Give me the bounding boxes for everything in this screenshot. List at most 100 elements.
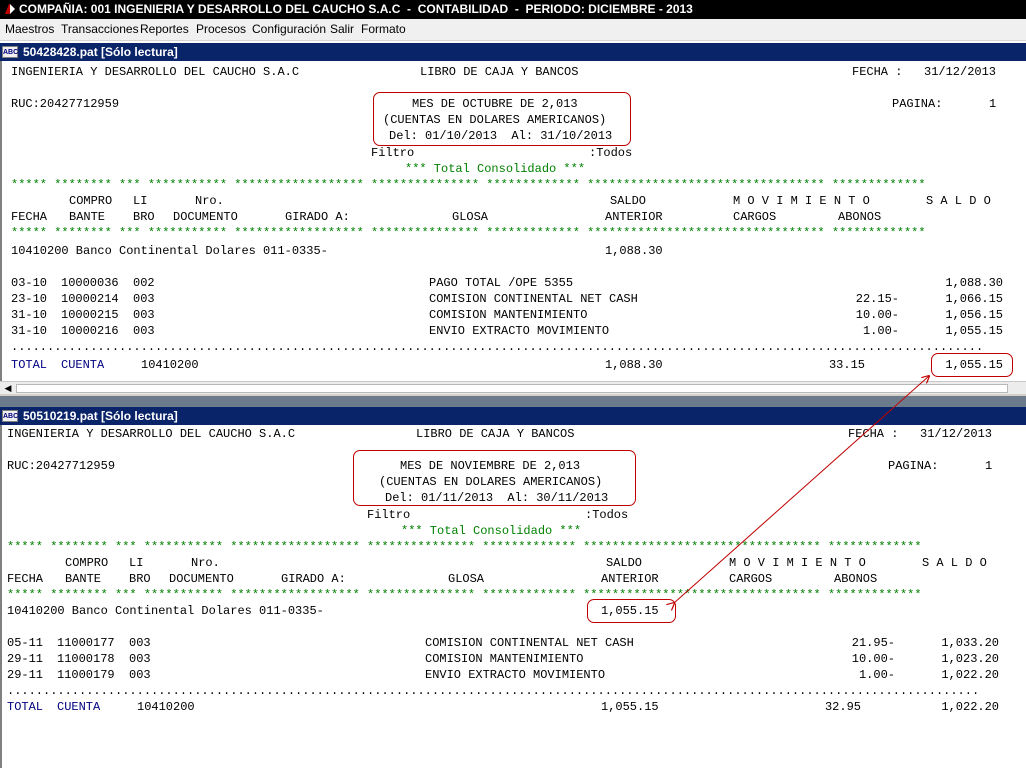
header-saldo: SALDO — [606, 556, 643, 570]
header-li: LI — [133, 194, 148, 208]
row-fecha: 29-11 — [7, 668, 44, 682]
row-comprobante: 11000178 — [57, 652, 115, 666]
document-icon: ABC — [2, 46, 18, 58]
header-glosa: GLOSA — [448, 572, 485, 586]
document-title-bar-1[interactable]: ABC 50428428.pat [Sólo lectura] — [0, 43, 1026, 61]
menu-formato[interactable]: Formato — [361, 22, 406, 36]
total-abonos: 33.15 — [828, 358, 865, 372]
total-code: 10410200 — [137, 700, 195, 714]
row-abonos: 22.15- — [855, 292, 899, 306]
row-fecha: 05-11 — [7, 636, 44, 650]
row-glosa: PAGO TOTAL /OPE 5355 — [429, 276, 574, 290]
menu-configuracion[interactable]: Configuración — [252, 22, 326, 36]
header-abonos: ABONOS — [834, 572, 878, 586]
highlight-box — [931, 353, 1013, 377]
row-glosa: COMISION MANTENIMIENTO — [429, 308, 588, 322]
row-glosa: COMISION CONTINENTAL NET CASH — [425, 636, 634, 650]
row-libro: 003 — [133, 308, 155, 322]
total-code: 10410200 — [141, 358, 199, 372]
window-title: COMPAÑIA: 001 INGENIERIA Y DESARROLLO DE… — [19, 2, 693, 16]
row-libro: 003 — [129, 668, 151, 682]
pagina-label: PAGINA: — [892, 97, 943, 111]
row-comprobante: 10000215 — [61, 308, 119, 322]
header-documento: DOCUMENTO — [173, 210, 238, 224]
separator-stars: ***** ******** *** *********** *********… — [11, 178, 926, 192]
row-saldo: 1,066.15 — [945, 292, 1003, 306]
ruc: RUC:20427712959 — [11, 97, 120, 111]
horizontal-scrollbar[interactable]: ◀ — [0, 381, 1026, 395]
row-fecha: 29-11 — [7, 652, 44, 666]
report-page-1: INGENIERIA Y DESARROLLO DEL CAUCHO S.A.C… — [0, 61, 1026, 381]
row-saldo: 1,088.30 — [945, 276, 1003, 290]
header-girado: GIRADO A: — [281, 572, 346, 586]
fecha-value: 31/12/2013 — [920, 427, 993, 441]
highlight-box — [587, 599, 676, 623]
account-line: 10410200 Banco Continental Dolares 011-0… — [7, 604, 324, 618]
row-fecha: 31-10 — [11, 324, 48, 338]
header-anterior: ANTERIOR — [605, 210, 663, 224]
document-title-bar-2[interactable]: ABC 50510219.pat [Sólo lectura] — [0, 407, 1026, 425]
header-movimiento: M O V I M I E N T O — [733, 194, 870, 208]
menu-procesos[interactable]: Procesos — [196, 22, 246, 36]
pagina-value: 1 — [989, 97, 997, 111]
header-compro: COMPRO — [65, 556, 109, 570]
row-abonos: 1.00- — [862, 324, 899, 338]
row-saldo: 1,033.20 — [941, 636, 999, 650]
total-label: TOTAL — [11, 358, 48, 372]
menu-reportes[interactable]: Reportes — [140, 22, 189, 36]
header-bante: BANTE — [65, 572, 102, 586]
company-name: INGENIERIA Y DESARROLLO DEL CAUCHO S.A.C — [11, 65, 300, 79]
dotted-separator: ........................................… — [11, 340, 984, 354]
header-saldo-col: S A L D O — [926, 194, 991, 208]
row-abonos: 1.00- — [858, 668, 895, 682]
total-saldo: 1,022.20 — [941, 700, 999, 714]
menu-salir[interactable]: Salir — [330, 22, 354, 36]
company-name: INGENIERIA Y DESARROLLO DEL CAUCHO S.A.C — [7, 427, 296, 441]
document-icon: ABC — [2, 410, 18, 422]
row-saldo: 1,055.15 — [945, 324, 1003, 338]
dotted-separator: ........................................… — [7, 684, 980, 698]
header-anterior: ANTERIOR — [601, 572, 659, 586]
pane-splitter[interactable] — [0, 394, 1026, 408]
highlight-box — [373, 92, 631, 146]
filtro-value: :Todos — [585, 508, 629, 522]
row-glosa: ENVIO EXTRACTO MOVIMIENTO — [425, 668, 606, 682]
menu-bar: Maestros Transacciones Reportes Procesos… — [0, 19, 1026, 41]
separator-stars: ***** ******** *** *********** *********… — [7, 588, 922, 602]
menu-maestros[interactable]: Maestros — [5, 22, 54, 36]
header-cargos: CARGOS — [733, 210, 777, 224]
scroll-left-icon[interactable]: ◀ — [2, 383, 14, 394]
header-saldo: SALDO — [610, 194, 647, 208]
scroll-thumb[interactable] — [16, 384, 1008, 393]
separator-stars: ***** ******** *** *********** *********… — [11, 226, 926, 240]
total-anterior: 1,055.15 — [601, 700, 659, 714]
row-glosa: COMISION CONTINENTAL NET CASH — [429, 292, 638, 306]
row-saldo: 1,023.20 — [941, 652, 999, 666]
row-comprobante: 11000179 — [57, 668, 115, 682]
row-abonos: 21.95- — [851, 636, 895, 650]
total-label: TOTAL — [7, 700, 44, 714]
row-libro: 003 — [129, 652, 151, 666]
header-fecha: FECHA — [7, 572, 44, 586]
row-abonos: 10.00- — [851, 652, 895, 666]
header-fecha: FECHA — [11, 210, 48, 224]
header-bro: BRO — [129, 572, 151, 586]
filtro-label: Filtro — [371, 146, 415, 160]
row-comprobante: 10000214 — [61, 292, 119, 306]
header-bro: BRO — [133, 210, 155, 224]
row-libro: 003 — [133, 324, 155, 338]
menu-transacciones[interactable]: Transacciones — [61, 22, 139, 36]
highlight-box — [353, 450, 636, 506]
row-saldo: 1,056.15 — [945, 308, 1003, 322]
row-glosa: ENVIO EXTRACTO MOVIMIENTO — [429, 324, 610, 338]
row-comprobante: 10000216 — [61, 324, 119, 338]
account-line: 10410200 Banco Continental Dolares 011-0… — [11, 244, 328, 258]
header-saldo-col: S A L D O — [922, 556, 987, 570]
row-libro: 002 — [133, 276, 155, 290]
filtro-label: Filtro — [367, 508, 411, 522]
header-documento: DOCUMENTO — [169, 572, 234, 586]
filtro-value: :Todos — [589, 146, 633, 160]
header-compro: COMPRO — [69, 194, 113, 208]
total-anterior: 1,088.30 — [605, 358, 663, 372]
row-glosa: COMISION MANTENIMIENTO — [425, 652, 584, 666]
